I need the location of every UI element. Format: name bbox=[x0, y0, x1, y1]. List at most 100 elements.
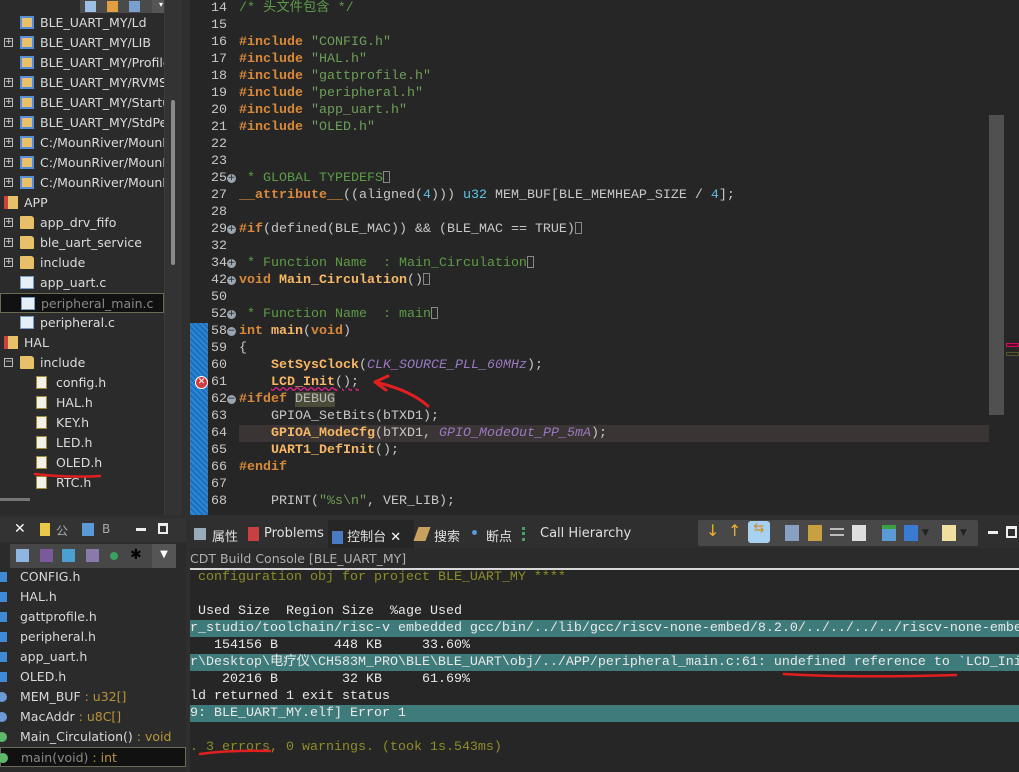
expand-toggle-icon[interactable]: + bbox=[4, 118, 13, 127]
expand-toggle-icon[interactable]: + bbox=[4, 138, 13, 147]
minimize-icon[interactable] bbox=[136, 528, 146, 531]
filter-icon[interactable] bbox=[129, 1, 140, 12]
hide-macros-icon[interactable]: ✱ bbox=[130, 547, 142, 563]
collapse-all-icon[interactable] bbox=[85, 1, 96, 12]
tree-item[interactable]: + BLE_UART_MY/LIB bbox=[0, 33, 164, 53]
tree-item[interactable]: app_uart.c bbox=[0, 273, 164, 293]
expand-toggle-icon[interactable]: + bbox=[4, 218, 13, 227]
expand-toggle-icon[interactable]: + bbox=[4, 258, 13, 267]
code-line[interactable]: 29 + #if(defined(BLE_MAC)) && (BLE_MAC == … bbox=[190, 221, 990, 238]
expand-fold-icon[interactable]: + bbox=[227, 310, 236, 319]
code-line[interactable]: 67 bbox=[190, 476, 990, 493]
outline-item[interactable]: gattprofile.h bbox=[0, 607, 186, 627]
code-line[interactable]: 18 #include "gattprofile.h" bbox=[190, 68, 990, 85]
code-line[interactable]: 14 /* 头文件包含 */ bbox=[190, 0, 990, 17]
outline-item[interactable]: peripheral.h bbox=[0, 627, 186, 647]
tree-item[interactable]: OLED.h bbox=[0, 453, 164, 473]
display-console-icon[interactable] bbox=[904, 525, 918, 541]
sort-icon[interactable] bbox=[40, 549, 53, 562]
maximize-icon[interactable] bbox=[158, 523, 168, 534]
tree-item[interactable]: LED.h bbox=[0, 433, 164, 453]
hide-nonpublic-icon[interactable] bbox=[110, 552, 118, 560]
outline-item[interactable]: CONFIG.h bbox=[0, 567, 186, 587]
expand-toggle-icon[interactable]: + bbox=[4, 98, 13, 107]
code-line[interactable]: 68 PRINT("%s\n", VER_LIB); bbox=[190, 493, 990, 510]
code-line[interactable]: 25 + * GLOBAL TYPEDEFS bbox=[190, 170, 990, 187]
tree-item[interactable]: + BLE_UART_MY/StdPer bbox=[0, 113, 172, 133]
outline-item[interactable]: MacAddr : u8C[] bbox=[0, 707, 186, 727]
code-line[interactable]: 16 #include "CONFIG.h" bbox=[190, 34, 990, 51]
code-line[interactable]: 20 #include "app_uart.h" bbox=[190, 102, 990, 119]
tree-item[interactable]: config.h bbox=[0, 373, 164, 393]
tree-item[interactable]: + app_drv_fifo bbox=[0, 213, 164, 233]
code-line[interactable]: 42 + void Main_Circulation() bbox=[190, 272, 990, 289]
outline-view-menu-icon[interactable]: ▼ bbox=[152, 544, 176, 568]
save-console-icon[interactable] bbox=[785, 525, 799, 541]
explorer-hscroll-thumb[interactable] bbox=[0, 498, 30, 501]
code-line[interactable]: 65 UART1_DefInit(); bbox=[190, 442, 990, 459]
tree-item[interactable]: + BLE_UART_MY/Startup bbox=[0, 93, 178, 113]
tab-breakpoints[interactable]: 断点 bbox=[486, 526, 512, 545]
tree-item[interactable]: BLE_UART_MY/Ld bbox=[0, 13, 164, 33]
tree-item[interactable]: APP bbox=[0, 193, 164, 213]
outline-item[interactable]: main(void) : int bbox=[0, 747, 186, 767]
collapse-fold-icon[interactable]: − bbox=[227, 327, 236, 336]
pin-console-icon[interactable] bbox=[808, 525, 822, 541]
tree-item[interactable]: + C:/MounRiver/MounR bbox=[0, 173, 171, 193]
open-console-icon[interactable] bbox=[942, 525, 956, 541]
tab-properties[interactable]: 属性 bbox=[212, 526, 238, 545]
occurrence-overview-marker[interactable] bbox=[1006, 352, 1019, 356]
scroll-down-icon[interactable]: ↓ bbox=[706, 521, 720, 540]
display-dropdown-icon[interactable]: ▼ bbox=[922, 528, 936, 544]
collapse-fold-icon[interactable]: − bbox=[227, 395, 236, 404]
code-line[interactable]: 23 bbox=[190, 153, 990, 170]
expand-toggle-icon[interactable]: + bbox=[4, 78, 13, 87]
tab-call-hierarchy[interactable]: Call Hierarchy bbox=[540, 526, 631, 541]
code-line[interactable]: 59 { bbox=[190, 340, 990, 357]
code-line[interactable]: 60 SetSysClock(CLK_SOURCE_PLL_60MHz); bbox=[190, 357, 990, 374]
tab-b[interactable]: B bbox=[102, 522, 110, 536]
code-line[interactable]: 34 + * Function Name : Main_Circulation bbox=[190, 255, 990, 272]
expand-toggle-icon[interactable]: + bbox=[4, 178, 13, 187]
new-console-icon[interactable] bbox=[882, 525, 896, 541]
scroll-up-icon[interactable]: ↑ bbox=[728, 521, 742, 540]
code-line[interactable]: 19 #include "peripheral.h" bbox=[190, 85, 990, 102]
code-line[interactable]: 21 #include "OLED.h" bbox=[190, 119, 990, 136]
code-line[interactable]: 62− #ifdef DEBUG bbox=[190, 391, 990, 408]
code-line[interactable]: 27 __attribute__((aligned(4))) u32 MEM_BU… bbox=[190, 187, 990, 204]
outline-item[interactable]: HAL.h bbox=[0, 587, 186, 607]
explorer-scrollbar-thumb[interactable] bbox=[171, 100, 175, 265]
maximize-console-icon[interactable] bbox=[1006, 526, 1017, 538]
code-line[interactable]: 58− int main(void) bbox=[190, 323, 990, 340]
tree-item[interactable]: + BLE_UART_MY/RVMSI bbox=[0, 73, 171, 93]
tree-item[interactable]: peripheral_main.c bbox=[0, 293, 164, 313]
outline-item[interactable]: Main_Circulation() : void bbox=[0, 727, 186, 747]
hide-fields-icon[interactable] bbox=[62, 549, 75, 562]
code-line[interactable]: 15 bbox=[190, 17, 990, 34]
tab-outline[interactable]: 公 bbox=[56, 522, 68, 539]
code-line[interactable]: 28 bbox=[190, 204, 990, 221]
link-editor-icon[interactable] bbox=[107, 1, 118, 12]
tree-item[interactable]: + ble_uart_service bbox=[0, 233, 164, 253]
clear-console-icon[interactable] bbox=[852, 525, 866, 541]
expand-fold-icon[interactable]: + bbox=[227, 259, 236, 268]
collapse-icon[interactable] bbox=[16, 549, 29, 562]
code-editor[interactable]: 14 /* 头文件包含 */ 15 16 #include "CONFIG.h" 17 #i… bbox=[190, 0, 1019, 515]
code-line[interactable]: 22 bbox=[190, 136, 990, 153]
expand-fold-icon[interactable]: + bbox=[227, 225, 236, 234]
open-dropdown-icon[interactable]: ▼ bbox=[960, 528, 974, 544]
expand-toggle-icon[interactable]: + bbox=[4, 238, 13, 247]
close-console-icon[interactable]: ✕ bbox=[390, 530, 401, 545]
expand-fold-icon[interactable]: + bbox=[227, 174, 236, 183]
minimize-console-icon[interactable] bbox=[988, 531, 998, 534]
error-overview-marker[interactable] bbox=[1006, 343, 1019, 347]
outline-item[interactable]: app_uart.h bbox=[0, 647, 186, 667]
tab-problems[interactable]: Problems bbox=[264, 526, 324, 541]
tree-item[interactable]: HAL bbox=[0, 333, 164, 353]
outline-item[interactable]: MEM_BUF : u32[] bbox=[0, 687, 186, 707]
expand-toggle-icon[interactable]: + bbox=[4, 158, 13, 167]
code-line[interactable]: 52 + * Function Name : main bbox=[190, 306, 990, 323]
editor-vertical-scrollbar[interactable] bbox=[989, 115, 1004, 415]
tree-item[interactable]: HAL.h bbox=[0, 393, 164, 413]
tree-item[interactable]: KEY.h bbox=[0, 413, 164, 433]
